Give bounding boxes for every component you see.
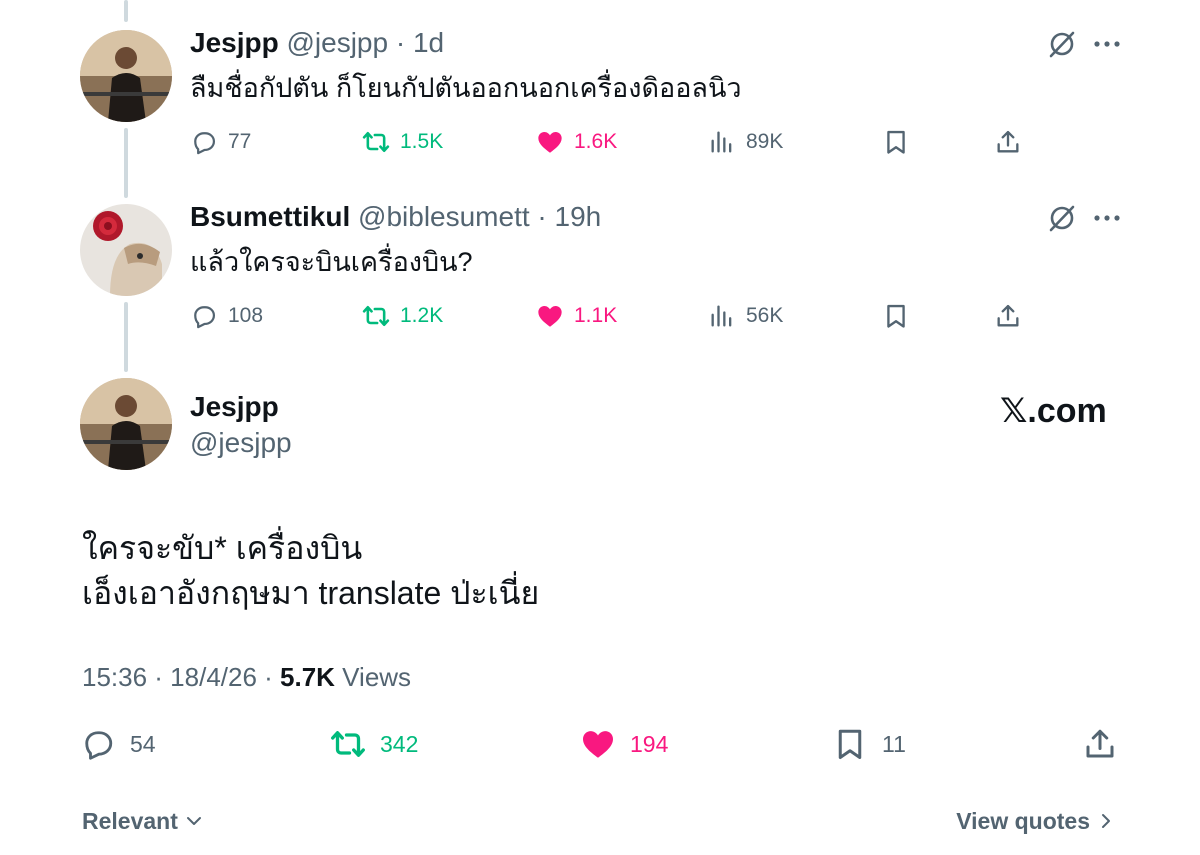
reply-count: 108 xyxy=(228,304,264,327)
like-button[interactable]: 194 xyxy=(580,722,668,766)
tweet-text: แล้วใครจะบินเครื่องบิน? xyxy=(190,247,473,277)
bookmark-button[interactable] xyxy=(882,296,920,336)
timestamp[interactable]: 19h xyxy=(555,201,602,232)
reply-icon xyxy=(85,731,113,760)
x-com-logo: 𝕏.com xyxy=(1000,392,1107,430)
repost-button[interactable]: 1.2K xyxy=(362,296,443,336)
user-handle[interactable]: @jesjpp xyxy=(190,426,292,460)
display-name[interactable]: Jesjpp xyxy=(190,27,279,58)
tweet-line: เอ็งเอาอังกฤษมา translate ป่ะเนี่ย xyxy=(82,575,540,611)
share-icon xyxy=(1086,729,1114,758)
sort-replies-button[interactable]: Relevant xyxy=(82,806,204,836)
repost-count: 1.2K xyxy=(400,304,444,327)
heart-icon xyxy=(538,305,562,327)
views-icon xyxy=(711,131,732,153)
reply-icon xyxy=(194,132,216,155)
share-button[interactable] xyxy=(1082,722,1132,766)
reply-button[interactable]: 77 xyxy=(190,122,251,162)
share-icon xyxy=(997,130,1019,153)
bookmark-button[interactable] xyxy=(882,122,920,162)
heart-icon xyxy=(583,731,613,758)
views-icon xyxy=(711,305,732,327)
timestamp[interactable]: 15:36 · 18/4/26 · xyxy=(82,662,280,692)
thread-line xyxy=(124,0,128,22)
like-count: 1.6K xyxy=(574,130,618,153)
timestamp[interactable]: 1d xyxy=(413,27,444,58)
view-quotes-link[interactable]: View quotes xyxy=(956,806,1116,836)
avatar[interactable] xyxy=(80,204,172,296)
separator: · xyxy=(395,27,406,58)
bookmark-icon xyxy=(887,304,905,328)
display-name[interactable]: Jesjpp xyxy=(190,390,279,424)
view-quotes-label: View quotes xyxy=(956,808,1090,834)
share-button[interactable] xyxy=(994,296,1032,336)
like-button[interactable]: 1.6K xyxy=(536,122,617,162)
more-icon[interactable] xyxy=(1092,28,1122,60)
grok-icon[interactable] xyxy=(1046,28,1078,60)
views-count: 5.7K xyxy=(280,662,335,692)
repost-icon xyxy=(331,731,365,757)
views-button[interactable]: 89K xyxy=(708,122,783,162)
bookmark-icon xyxy=(838,729,862,759)
repost-icon xyxy=(362,131,390,153)
avatar[interactable] xyxy=(80,378,172,470)
repost-button[interactable]: 342 xyxy=(330,722,418,766)
main-actions: 54 342 194 11 xyxy=(0,722,1200,766)
display-name[interactable]: Bsumettikul xyxy=(190,201,350,232)
avatar[interactable] xyxy=(80,30,172,122)
bookmark-button[interactable]: 11 xyxy=(832,722,906,766)
bookmark-icon xyxy=(887,130,905,154)
tweet-actions: 77 1.5K 1.6K 89K xyxy=(0,122,1200,162)
reply-button[interactable]: 54 xyxy=(80,722,156,766)
main-tweet-text: ใครจะขับ* เครื่องบิน เอ็งเอาอังกฤษมา tra… xyxy=(82,526,539,616)
views-button[interactable]: 56K xyxy=(708,296,783,336)
views-label: Views xyxy=(334,662,412,692)
tweet-line: ใครจะขับ* เครื่องบิน xyxy=(82,530,363,566)
reply-count: 54 xyxy=(130,730,156,757)
user-handle[interactable]: @biblesumett xyxy=(358,201,530,232)
user-handle[interactable]: @jesjpp xyxy=(286,27,388,58)
reply-count: 77 xyxy=(228,130,252,153)
like-count: 194 xyxy=(630,730,669,757)
heart-icon xyxy=(538,131,562,153)
tweet-header: Bsumettikul @biblesumett · 19h xyxy=(190,200,601,234)
tweet-header: Jesjpp @jesjpp · 1d xyxy=(190,26,444,60)
like-count: 1.1K xyxy=(574,304,618,327)
repost-count: 1.5K xyxy=(400,130,444,153)
chevron-right-icon xyxy=(1102,814,1110,828)
bookmark-count: 11 xyxy=(882,730,906,757)
repost-count: 342 xyxy=(380,730,419,757)
share-icon xyxy=(997,304,1019,327)
tweet-meta: 15:36 · 18/4/26 · 5.7K Views xyxy=(82,660,411,694)
views-count: 89K xyxy=(746,130,784,153)
repost-button[interactable]: 1.5K xyxy=(362,122,443,162)
like-button[interactable]: 1.1K xyxy=(536,296,617,336)
more-icon[interactable] xyxy=(1092,202,1122,234)
views-count: 56K xyxy=(746,304,784,327)
sort-label: Relevant xyxy=(82,808,178,834)
chevron-down-icon xyxy=(186,817,201,825)
repost-icon xyxy=(362,305,390,327)
separator: · xyxy=(537,201,547,232)
reply-button[interactable]: 108 xyxy=(190,296,263,336)
reply-icon xyxy=(194,306,216,329)
share-button[interactable] xyxy=(994,122,1032,162)
grok-icon[interactable] xyxy=(1046,202,1078,234)
tweet-text: ลืมชื่อกัปตัน ก็โยนกัปตันออกนอกเครื่องดิ… xyxy=(190,73,742,103)
tweet-actions: 108 1.2K 1.1K 56K xyxy=(0,296,1200,336)
